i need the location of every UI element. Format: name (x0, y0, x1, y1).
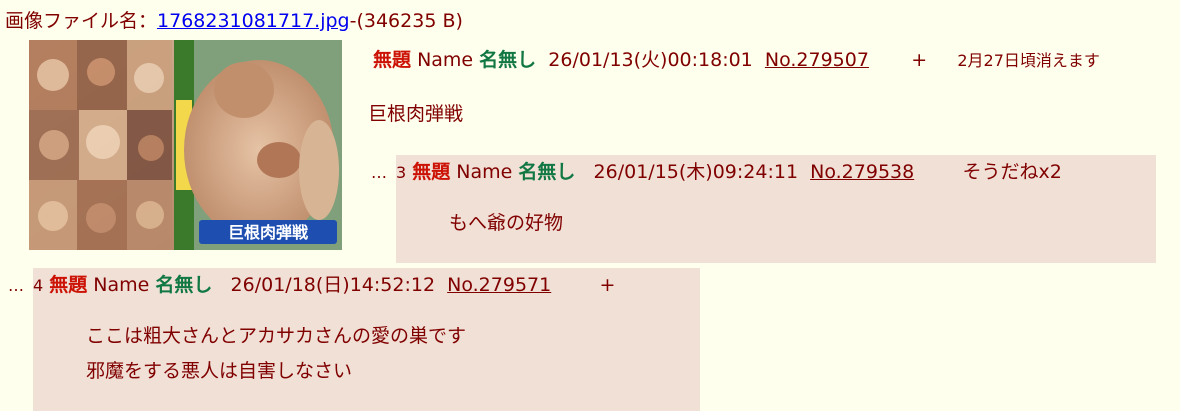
op-name-label: Name (417, 49, 474, 71)
thumbnail-image: 巨根肉弾戦 (29, 40, 342, 250)
reply-2-plus-button[interactable]: + (600, 274, 616, 296)
op-subject: 無題 (373, 49, 412, 71)
reply-1-sodane-button[interactable]: そうだねx2 (963, 161, 1062, 183)
reply-1-dots: … (371, 163, 387, 182)
reply-2-line-2: 邪魔をする悪人は自害しなさい (86, 360, 353, 382)
reply-1: 3 無題 Name 名無し 26/01/15(木)09:24:11 No.279… (396, 155, 1156, 263)
reply-1-index: 3 (396, 163, 407, 182)
reply-1-name-label: Name (456, 161, 513, 183)
thread-thumbnail[interactable]: 巨根肉弾戦 (29, 40, 342, 250)
reply-1-subject: 無題 (412, 161, 451, 183)
reply-2-post-number[interactable]: No.279571 (447, 274, 551, 296)
op-expiry: 2月27日頃消えます (957, 51, 1100, 70)
thumbnail-cover-text: 巨根肉弾戦 (228, 223, 309, 242)
reply-2-name-label: Name (93, 274, 150, 296)
file-info: 画像ファイル名：1768231081717.jpg-(346235 B) (5, 8, 463, 34)
reply-2-dots: … (8, 276, 24, 295)
op-body: 巨根肉弾戦 (368, 103, 464, 125)
reply-2-index: 4 (33, 276, 44, 295)
reply-1-header: 3 無題 Name 名無し 26/01/15(木)09:24:11 No.279… (396, 158, 1062, 187)
op-post-number[interactable]: No.279507 (765, 49, 869, 71)
reply-2-header: 4 無題 Name 名無し 26/01/18(日)14:52:12 No.279… (33, 271, 615, 300)
reply-1-post-number[interactable]: No.279538 (810, 161, 914, 183)
op-datetime: 26/01/13(火)00:18:01 (548, 49, 753, 71)
reply-1-name: 名無し (518, 161, 576, 183)
reply-1-body: もへ爺の好物 (449, 206, 563, 241)
reply-2-subject: 無題 (49, 274, 88, 296)
file-size: -(346235 B) (349, 10, 463, 32)
reply-1-line: もへ爺の好物 (449, 212, 564, 234)
reply-2-body: ここは粗大さんとアカサカさんの愛の巣です 邪魔をする悪人は自害しなさい (86, 319, 466, 389)
op-name: 名無し (479, 49, 537, 71)
reply-1-datetime: 26/01/15(木)09:24:11 (593, 161, 799, 183)
reply-2-line-1: ここは粗大さんとアカサカさんの愛の巣です (86, 325, 467, 347)
reply-2: 4 無題 Name 名無し 26/01/18(日)14:52:12 No.279… (33, 268, 700, 411)
file-link[interactable]: 1768231081717.jpg (157, 10, 350, 32)
file-label: 画像ファイル名： (5, 10, 158, 32)
reply-2-datetime: 26/01/18(日)14:52:12 (230, 274, 436, 296)
reply-2-name: 名無し (155, 274, 213, 296)
op-plus-button[interactable]: + (911, 49, 927, 71)
op-header: 無題 Name 名無し 26/01/13(火)00:18:01 No.27950… (373, 46, 1100, 75)
